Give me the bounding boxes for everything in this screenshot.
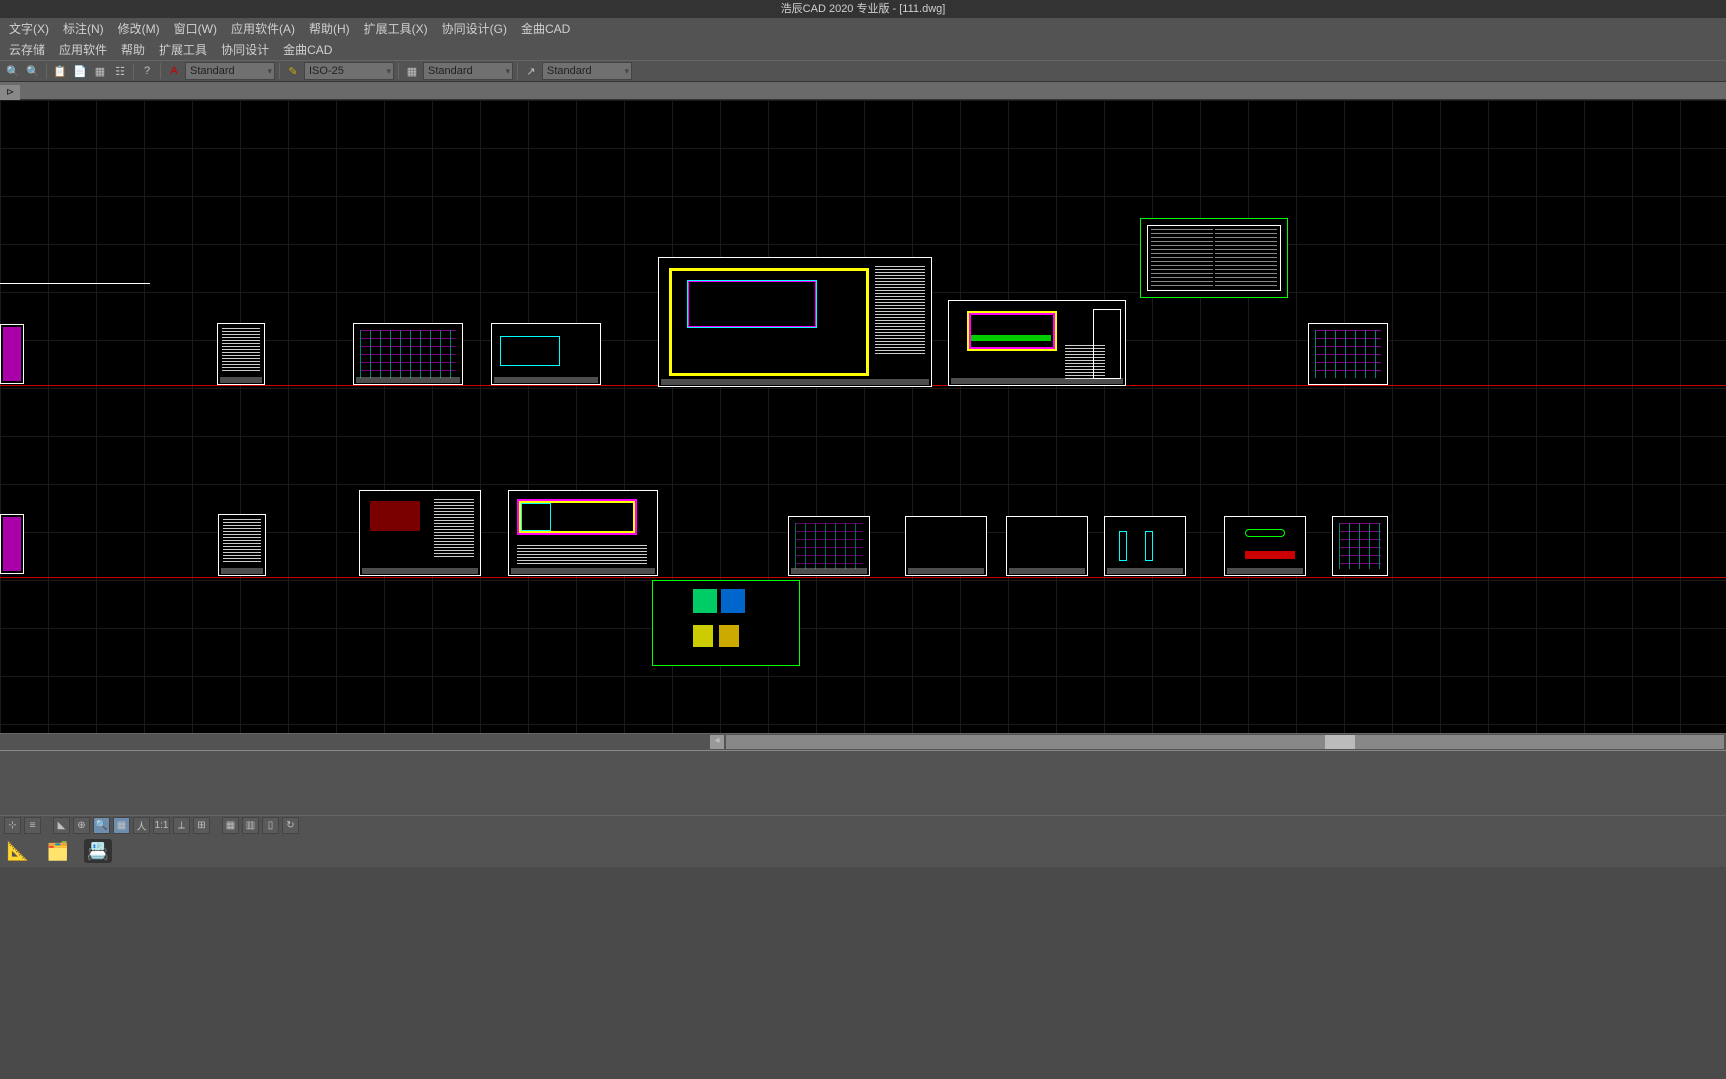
grid-toggle[interactable]: ≡: [24, 817, 41, 834]
drawing-sheet[interactable]: [217, 323, 265, 385]
annotation-toggle[interactable]: ▯: [262, 817, 279, 834]
dim-style-select[interactable]: ISO-25: [304, 62, 394, 80]
ortho-toggle[interactable]: ◣: [53, 817, 70, 834]
dyn-input-toggle[interactable]: 人: [133, 817, 150, 834]
menu-dimension[interactable]: 标注(N): [56, 20, 111, 37]
app-title: 浩辰CAD 2020 专业版 - [111.dwg]: [781, 3, 946, 15]
task-app-1-icon[interactable]: 📐: [4, 839, 32, 863]
toolbar: 🔍 🔍 📋 📄 ▦ ☷ ? A Standard ✎ ISO-25 ▦ Stan…: [0, 60, 1726, 82]
dim-style-icon[interactable]: ✎: [284, 62, 302, 80]
copy-icon[interactable]: 📄: [71, 62, 89, 80]
drawing-sheet[interactable]: [218, 514, 266, 576]
model-toggle[interactable]: ▥: [242, 817, 259, 834]
menu-app-software[interactable]: 应用软件(A): [224, 20, 302, 37]
document-tabs: ⊳: [0, 82, 1726, 100]
grid-overlay: [0, 100, 1726, 733]
separator: [46, 63, 47, 79]
zoom-out-icon[interactable]: 🔍: [24, 62, 42, 80]
table-style-select[interactable]: Standard: [423, 62, 513, 80]
multileader-style-icon[interactable]: ↗: [522, 62, 540, 80]
layout-tabs: ◂: [0, 734, 1726, 750]
menu-collaboration[interactable]: 协同设计(G): [435, 20, 514, 37]
menu-window[interactable]: 窗口(W): [167, 20, 224, 37]
task-app-3-icon[interactable]: 📇: [84, 839, 112, 863]
table-style-icon[interactable]: ▦: [403, 62, 421, 80]
menu-bar-1: 文字(X) 标注(N) 修改(M) 窗口(W) 应用软件(A) 帮助(H) 扩展…: [0, 18, 1726, 39]
menu-text[interactable]: 文字(X): [2, 20, 56, 37]
menu2-help[interactable]: 帮助: [114, 41, 152, 58]
drawing-sheet[interactable]: [1006, 516, 1088, 576]
selection-toggle[interactable]: ⊞: [193, 817, 210, 834]
drawing-sheet[interactable]: [1224, 516, 1306, 576]
snap-toggle[interactable]: ⊹: [4, 817, 21, 834]
menu2-cloud[interactable]: 云存储: [2, 41, 52, 58]
drawing-sheet[interactable]: [652, 580, 800, 666]
lineweight-toggle[interactable]: ⟂: [173, 817, 190, 834]
otrack-toggle[interactable]: ▦: [113, 817, 130, 834]
drawing-sheet[interactable]: [0, 324, 24, 384]
menu-extension-tools[interactable]: 扩展工具(X): [357, 20, 435, 37]
zoom-in-icon[interactable]: 🔍: [4, 62, 22, 80]
drawing-sheet[interactable]: [1332, 516, 1388, 576]
menu-help[interactable]: 帮助(H): [302, 20, 357, 37]
grid-display-toggle[interactable]: ▦: [222, 817, 239, 834]
taskbar: 📐 🗂️ 📇: [0, 835, 1726, 867]
drawing-sheet[interactable]: [508, 490, 658, 576]
help-icon[interactable]: ?: [138, 62, 156, 80]
separator: [160, 63, 161, 79]
menu2-app-software[interactable]: 应用软件: [52, 41, 114, 58]
menu2-collaboration[interactable]: 协同设计: [214, 41, 276, 58]
separator: [133, 63, 134, 79]
drawing-sheet[interactable]: [359, 490, 481, 576]
status-bar: ⊹ ≡ ◣ ⊕ 🔍 ▦ 人 1:1 ⟂ ⊞ ▦ ▥ ▯ ↻: [0, 815, 1726, 835]
drawing-sheet[interactable]: [948, 300, 1126, 386]
drawing-canvas[interactable]: [0, 100, 1726, 734]
separator: [398, 63, 399, 79]
separator: [279, 63, 280, 79]
command-line-area[interactable]: [0, 750, 1726, 815]
drawing-sheet[interactable]: [1308, 323, 1388, 385]
polar-toggle[interactable]: ⊕: [73, 817, 90, 834]
scroll-left-icon[interactable]: ◂: [710, 735, 724, 749]
menu-modify[interactable]: 修改(M): [111, 20, 167, 37]
horizontal-scrollbar[interactable]: [726, 735, 1724, 749]
cycle-toggle[interactable]: ↻: [282, 817, 299, 834]
text-style-icon[interactable]: A: [165, 62, 183, 80]
table-icon[interactable]: ▦: [91, 62, 109, 80]
guide-line: [0, 577, 1726, 578]
menu2-jinqu-cad[interactable]: 金曲CAD: [276, 41, 339, 58]
drawing-sheet-main[interactable]: [658, 257, 932, 387]
osnap-toggle[interactable]: 🔍: [93, 817, 110, 834]
separator: [517, 63, 518, 79]
drawing-sheet[interactable]: [1104, 516, 1186, 576]
multileader-style-select[interactable]: Standard: [542, 62, 632, 80]
scrollbar-thumb[interactable]: [1325, 735, 1355, 749]
doc-tab[interactable]: ⊳: [0, 85, 20, 101]
menu2-extension-tools[interactable]: 扩展工具: [152, 41, 214, 58]
drawing-sheet[interactable]: [491, 323, 601, 385]
properties-icon[interactable]: ☷: [111, 62, 129, 80]
title-bar: 浩辰CAD 2020 专业版 - [111.dwg]: [0, 0, 1726, 18]
text-style-select[interactable]: Standard: [185, 62, 275, 80]
drawing-sheet[interactable]: [0, 514, 24, 574]
menu-bar-2: 云存储 应用软件 帮助 扩展工具 协同设计 金曲CAD: [0, 39, 1726, 60]
line: [0, 283, 150, 284]
drawing-sheet-table[interactable]: [1140, 218, 1288, 298]
menu-jinqu-cad[interactable]: 金曲CAD: [514, 20, 577, 37]
drawing-sheet[interactable]: [788, 516, 870, 576]
paste-icon[interactable]: 📋: [51, 62, 69, 80]
scale-toggle[interactable]: 1:1: [153, 817, 170, 834]
task-app-2-icon[interactable]: 🗂️: [44, 839, 72, 863]
drawing-sheet[interactable]: [353, 323, 463, 385]
drawing-sheet[interactable]: [905, 516, 987, 576]
